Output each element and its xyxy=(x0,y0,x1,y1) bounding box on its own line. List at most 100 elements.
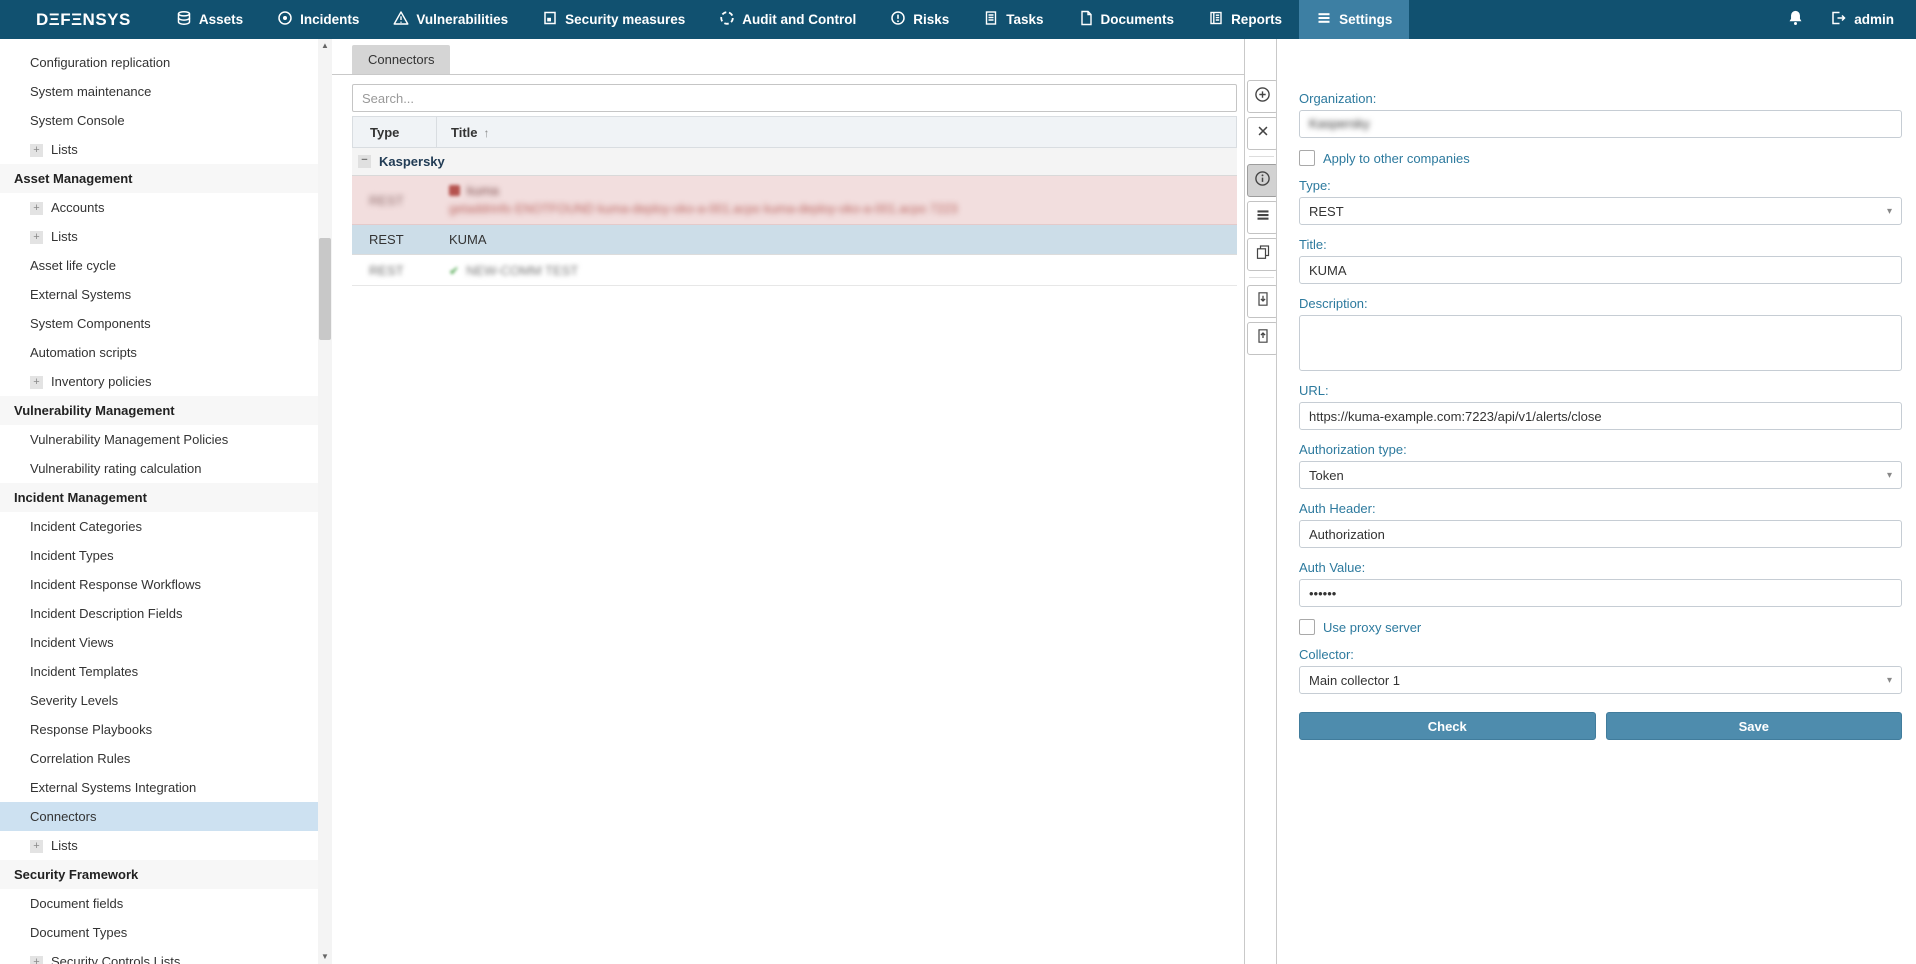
nav-item-documents[interactable]: Documents xyxy=(1061,0,1192,39)
list-button[interactable] xyxy=(1247,201,1278,234)
organization-value: Kaspersky xyxy=(1309,116,1370,131)
sidebar-item-severity-levels[interactable]: Severity Levels xyxy=(0,686,332,715)
scroll-down-icon[interactable]: ▼ xyxy=(318,950,332,964)
sidebar-scrollbar[interactable]: ▲ ▼ xyxy=(318,39,332,964)
bell-icon[interactable] xyxy=(1787,9,1804,31)
sidebar-item-external-systems[interactable]: External Systems xyxy=(0,280,332,309)
sidebar-item-vulnerability-management-policies[interactable]: Vulnerability Management Policies xyxy=(0,425,332,454)
sidebar-item-accounts[interactable]: +Accounts xyxy=(0,193,332,222)
export-button[interactable] xyxy=(1247,285,1278,318)
nav-item-label: Risks xyxy=(913,12,949,27)
sidebar-item-response-playbooks[interactable]: Response Playbooks xyxy=(0,715,332,744)
sidebar-item-system-console[interactable]: System Console xyxy=(0,106,332,135)
expand-icon[interactable]: + xyxy=(30,376,43,389)
url-field[interactable] xyxy=(1299,402,1902,430)
plus-circle-icon xyxy=(1254,86,1271,108)
sidebar-item-asset-life-cycle[interactable]: Asset life cycle xyxy=(0,251,332,280)
auth-value-field[interactable] xyxy=(1299,579,1902,607)
nav-item-audit-and-control[interactable]: Audit and Control xyxy=(702,0,873,39)
nav-item-incidents[interactable]: Incidents xyxy=(260,0,376,39)
nav-item-risks[interactable]: Risks xyxy=(873,0,966,39)
sidebar-item-configuration-replication[interactable]: Configuration replication xyxy=(0,48,332,77)
title-field[interactable] xyxy=(1299,256,1902,284)
sidebar-item-document-types[interactable]: Document Types xyxy=(0,918,332,947)
add-button[interactable] xyxy=(1247,80,1278,113)
expand-icon[interactable]: + xyxy=(30,840,43,853)
sidebar-item-system-maintenance[interactable]: System maintenance xyxy=(0,77,332,106)
authorization-type-select[interactable]: Token▾ xyxy=(1299,461,1902,489)
column-header-title[interactable]: Title↑ xyxy=(437,125,1236,140)
check-button[interactable]: Check xyxy=(1299,712,1596,740)
nav-item-tasks[interactable]: Tasks xyxy=(966,0,1060,39)
nav-item-reports[interactable]: Reports xyxy=(1191,0,1299,39)
toolbar-divider xyxy=(1249,156,1274,157)
copy-button[interactable] xyxy=(1247,238,1278,271)
status-ok-icon: ✔ xyxy=(449,264,459,278)
sidebar-item-incident-description-fields[interactable]: Incident Description Fields xyxy=(0,599,332,628)
sidebar-item-automation-scripts[interactable]: Automation scripts xyxy=(0,338,332,367)
sidebar-item-vulnerability-rating-calculation[interactable]: Vulnerability rating calculation xyxy=(0,454,332,483)
user-menu[interactable]: admin xyxy=(1830,10,1894,29)
import-button[interactable] xyxy=(1247,322,1278,355)
group-row-kaspersky[interactable]: − Kaspersky xyxy=(352,148,1237,176)
save-button[interactable]: Save xyxy=(1606,712,1903,740)
scrollbar-thumb[interactable] xyxy=(319,238,331,340)
sidebar-item-incident-categories[interactable]: Incident Categories xyxy=(0,512,332,541)
nav-item-vulnerabilities[interactable]: Vulnerabilities xyxy=(376,0,525,39)
nav-item-security-measures[interactable]: Security measures xyxy=(525,0,702,39)
sidebar-item-incident-response-workflows[interactable]: Incident Response Workflows xyxy=(0,570,332,599)
info-button[interactable] xyxy=(1247,164,1278,197)
delete-button[interactable] xyxy=(1247,117,1278,150)
table-row-selected[interactable]: REST KUMA xyxy=(352,225,1237,255)
collapse-icon[interactable]: − xyxy=(358,155,371,168)
sidebar-section-incident-management: Incident Management xyxy=(0,483,332,512)
expand-icon[interactable]: + xyxy=(30,144,43,157)
sidebar-item-correlation-rules[interactable]: Correlation Rules xyxy=(0,744,332,773)
scroll-up-icon[interactable]: ▲ xyxy=(318,39,332,53)
top-nav: DΞFΞNSYS Assets Incidents Vulnerabilitie… xyxy=(0,0,1916,39)
expand-icon[interactable]: + xyxy=(30,956,43,964)
sidebar-item-inventory-policies[interactable]: +Inventory policies xyxy=(0,367,332,396)
connectors-pane: Connectors Type Title↑ − Kaspersky REST … xyxy=(332,39,1245,964)
nav-item-label: Documents xyxy=(1101,12,1175,27)
description-field[interactable] xyxy=(1299,315,1902,371)
column-header-type[interactable]: Type xyxy=(353,117,437,147)
sidebar-item-lists[interactable]: +Lists xyxy=(0,222,332,251)
collector-label: Collector: xyxy=(1299,647,1902,662)
sidebar-item-incident-templates[interactable]: Incident Templates xyxy=(0,657,332,686)
row-error-message: getaddrinfo ENOTFOUND kuma-deploy-oko-a-… xyxy=(449,202,1237,216)
sidebar-item-lists[interactable]: +Lists xyxy=(0,135,332,164)
form-actions: Check Save xyxy=(1299,712,1902,740)
use-proxy-server-checkbox[interactable] xyxy=(1299,619,1315,635)
sidebar-item-document-fields[interactable]: Document fields xyxy=(0,889,332,918)
close-icon xyxy=(1256,124,1270,143)
sidebar-item-external-systems-integration[interactable]: External Systems Integration xyxy=(0,773,332,802)
organization-field[interactable]: Kaspersky xyxy=(1299,110,1902,138)
sidebar-item-incident-types[interactable]: Incident Types xyxy=(0,541,332,570)
sidebar-section-security-framework: Security Framework xyxy=(0,860,332,889)
table-row[interactable]: REST kuma getaddrinfo ENOTFOUND kuma-dep… xyxy=(352,176,1237,225)
auth-header-field[interactable] xyxy=(1299,520,1902,548)
apply-to-other-companies-checkbox[interactable] xyxy=(1299,150,1315,166)
expand-icon[interactable]: + xyxy=(30,231,43,244)
sidebar-item-system-components[interactable]: System Components xyxy=(0,309,332,338)
tab-connectors[interactable]: Connectors xyxy=(352,45,450,74)
collector-select[interactable]: Main collector 1▾ xyxy=(1299,666,1902,694)
type-select[interactable]: REST▾ xyxy=(1299,197,1902,225)
nav-items: Assets Incidents Vulnerabilities Securit… xyxy=(159,0,1410,39)
sidebar-item-incident-views[interactable]: Incident Views xyxy=(0,628,332,657)
sidebar-item-connectors[interactable]: Connectors xyxy=(0,802,332,831)
sidebar-item-security-controls-lists[interactable]: +Security Controls Lists xyxy=(0,947,332,964)
apply-to-other-companies-row: Apply to other companies xyxy=(1299,150,1902,166)
expand-icon[interactable]: + xyxy=(30,202,43,215)
toolbar-divider xyxy=(1249,277,1274,278)
table-row[interactable]: REST ✔NEW-COMM TEST xyxy=(352,255,1237,286)
database-icon xyxy=(176,10,192,29)
nav-item-assets[interactable]: Assets xyxy=(159,0,260,39)
search-input[interactable] xyxy=(352,84,1237,112)
row-title: NEW-COMM TEST xyxy=(466,263,578,278)
sidebar-item-lists[interactable]: +Lists xyxy=(0,831,332,860)
nav-item-settings[interactable]: Settings xyxy=(1299,0,1409,39)
chevron-down-icon: ▾ xyxy=(1887,675,1892,686)
logout-icon xyxy=(1830,10,1846,29)
